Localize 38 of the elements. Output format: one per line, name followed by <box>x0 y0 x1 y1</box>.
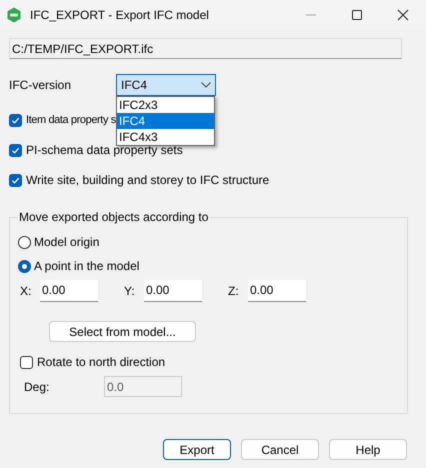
coordinate-label: Z: <box>228 284 240 298</box>
dropdown-option[interactable]: IFC4 <box>117 113 214 129</box>
dialog-button[interactable]: Cancel <box>241 439 319 460</box>
radio-button[interactable] <box>18 260 31 272</box>
radio-label: Model origin <box>34 235 100 249</box>
check-icon <box>11 116 20 124</box>
checkbox[interactable] <box>9 144 22 156</box>
maximize-icon <box>351 9 363 21</box>
chevron-down-icon <box>201 82 211 88</box>
coordinate-field[interactable]: 0.00 <box>40 280 98 302</box>
dropdown-option[interactable]: IFC2x3 <box>117 97 214 113</box>
radio-label: A point in the model <box>34 259 140 273</box>
checkbox-label: Rotate to north direction <box>37 355 166 369</box>
checkbox[interactable] <box>9 114 22 126</box>
check-icon <box>11 176 20 184</box>
coordinate-label: Y: <box>124 284 136 298</box>
ifc-version-label: IFC-version <box>9 78 72 92</box>
coordinate-field[interactable]: 0.00 <box>248 280 306 302</box>
check-icon <box>11 146 20 154</box>
select-from-model-button[interactable]: Select from model... <box>49 321 196 342</box>
checkbox[interactable] <box>20 356 33 368</box>
checkbox-label: PI-schema data property sets <box>26 143 183 157</box>
group-title: Move exported objects according to <box>18 210 210 224</box>
radio-button[interactable] <box>18 236 31 248</box>
coordinate-field[interactable]: 0.00 <box>144 280 202 302</box>
close-icon <box>397 9 409 21</box>
dialog-button[interactable]: Export <box>163 439 231 460</box>
ifc-version-dropdown[interactable]: IFC4 <box>116 74 216 96</box>
window-title: IFC_EXPORT - Export IFC model <box>30 8 210 22</box>
coordinate-label: X: <box>20 284 32 298</box>
app-logo-icon <box>6 7 22 23</box>
degree-label: Deg: <box>24 380 50 394</box>
dialog-button[interactable]: Help <box>329 439 407 460</box>
checkbox[interactable] <box>9 174 22 186</box>
checkbox-label: Item data property s <box>26 114 116 126</box>
checkbox-label: Write site, building and storey to IFC structure <box>26 173 270 187</box>
file-path-field[interactable]: C:/TEMP/IFC_EXPORT.ifc <box>9 38 402 59</box>
dropdown-option[interactable]: IFC4x3 <box>117 129 214 145</box>
